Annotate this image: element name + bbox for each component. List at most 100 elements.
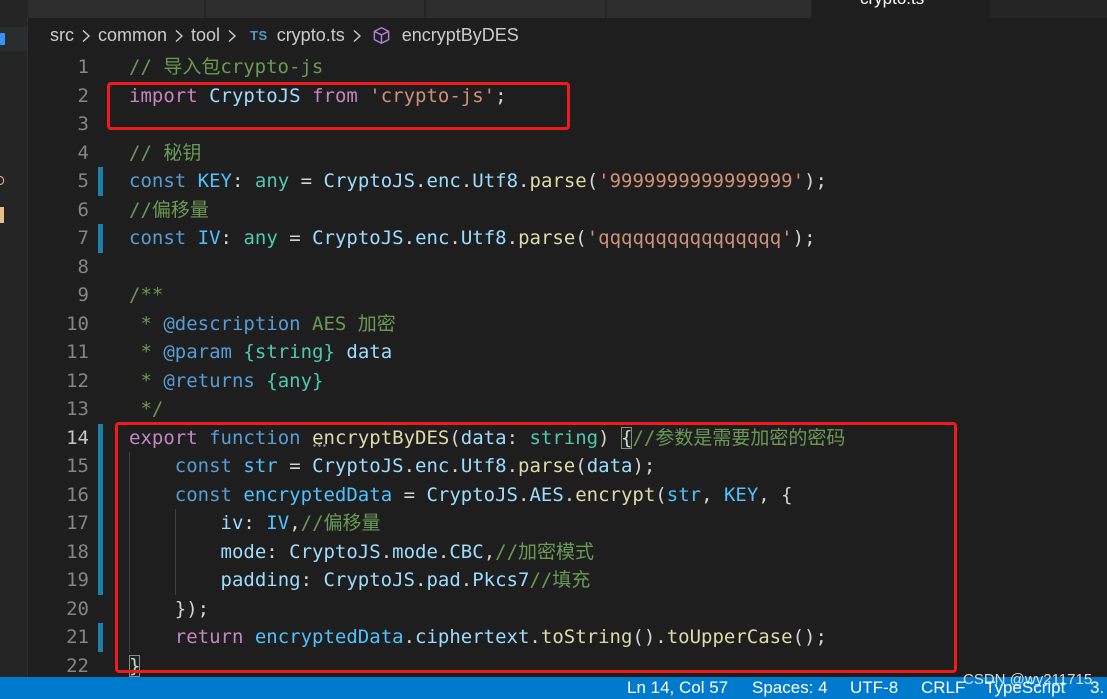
breadcrumb-folder-common[interactable]: common [98, 25, 167, 46]
breadcrumb: src common tool TS crypto.ts encryptByDE… [28, 18, 1107, 53]
code-token: ( [586, 170, 599, 192]
gutter [89, 224, 129, 253]
more-actions-icon[interactable] [1091, 0, 1107, 6]
editor-tab[interactable] [426, 0, 605, 18]
code-token: IV [197, 227, 221, 249]
line-number: 18 [66, 540, 89, 563]
red-annotation-box-encrypt-function [115, 422, 957, 673]
gutter [89, 395, 129, 424]
code-token: Utf8 [472, 170, 519, 192]
line-number: 1 [77, 56, 89, 78]
explorer-row-fragment[interactable] [0, 207, 4, 223]
code-token: '9999999999999999' [598, 170, 805, 192]
code-token: = [289, 170, 324, 192]
code-token: any [254, 170, 290, 192]
git-modified-marker[interactable] [98, 423, 103, 452]
editor-tab[interactable] [206, 0, 424, 18]
code-text[interactable]: // 秘钥 [129, 139, 1107, 168]
code-token: const [129, 170, 187, 192]
code-text[interactable]: */ [129, 395, 1107, 424]
code-text[interactable]: const KEY: any = CryptoJS.enc.Utf8.parse… [129, 167, 1107, 196]
code-token: CryptoJS [312, 227, 404, 249]
breadcrumb-symbol-label: encryptByDES [401, 25, 519, 45]
status-line-ending[interactable]: CRLF [921, 677, 965, 699]
code-token: /** [129, 284, 164, 306]
code-token: parse [518, 227, 576, 249]
status-bar: Ln 14, Col 57 Spaces: 4 UTF-8 CRLF TypeS… [0, 677, 1107, 699]
gutter [89, 367, 129, 396]
code-token: . [449, 227, 461, 249]
code-text[interactable]: const IV: any = CryptoJS.enc.Utf8.parse(… [129, 224, 1107, 253]
git-modified-marker[interactable] [98, 566, 103, 595]
line-number: 20 [66, 597, 89, 620]
line-number: 21 [66, 626, 89, 648]
git-modified-marker[interactable] [98, 509, 103, 538]
breadcrumb-file[interactable]: TS crypto.ts [244, 25, 345, 46]
code-token: 'qqqqqqqqqqqqqqqq' [586, 227, 793, 249]
code-token: //偏移量 [129, 198, 209, 221]
explorer-row-fragment[interactable] [0, 27, 27, 51]
code-line[interactable]: 9 /** [28, 281, 1107, 310]
code-line[interactable]: 8 [28, 253, 1107, 282]
status-encoding[interactable]: UTF-8 [850, 677, 898, 699]
code-line[interactable]: 5 const KEY: any = CryptoJS.enc.Utf8.pars… [28, 167, 1107, 196]
editor-tab-active[interactable]: crypto.ts [812, 0, 990, 18]
code-token: ); [792, 227, 816, 249]
watermark: CSDN @wy211715 [963, 671, 1093, 688]
breadcrumb-folder-src[interactable]: src [50, 25, 74, 46]
git-modified-marker[interactable] [98, 224, 103, 253]
gutter [89, 310, 129, 339]
code-token: : [220, 227, 244, 249]
code-line[interactable]: 13 */ [28, 395, 1107, 424]
chevron-right-icon [220, 29, 244, 43]
code-text[interactable]: // 导入包crypto-js [129, 53, 1107, 82]
code-text[interactable]: * @returns {any} [129, 367, 1107, 396]
code-line[interactable]: 1 // 导入包crypto-js [28, 53, 1107, 82]
line-number: 12 [66, 369, 89, 392]
code-text[interactable]: /** [129, 281, 1107, 310]
code-text[interactable]: * @param {string} data [129, 338, 1107, 367]
editor-tab[interactable] [28, 0, 204, 18]
git-modified-marker[interactable] [98, 537, 103, 566]
git-modified-marker[interactable] [98, 452, 103, 481]
chevron-right-icon [345, 29, 369, 43]
editor-tab[interactable] [607, 0, 811, 18]
code-token: // 导入包crypto-js [129, 56, 324, 78]
code-text[interactable] [129, 253, 1107, 282]
explorer-row-fragment[interactable] [0, 176, 4, 185]
code-token: . [460, 170, 473, 192]
line-number: 9 [77, 284, 89, 306]
tab-label: crypto.ts [860, 0, 924, 11]
chevron-right-icon [74, 29, 98, 43]
git-modified-marker[interactable] [98, 623, 103, 652]
status-indentation[interactable]: Spaces: 4 [752, 677, 828, 699]
status-cursor-position[interactable]: Ln 14, Col 57 [627, 677, 728, 699]
code-token: * [129, 341, 164, 363]
code-text[interactable]: //偏移量 [129, 196, 1107, 225]
code-line[interactable]: 4 // 秘钥 [28, 139, 1107, 168]
code-token: * [129, 369, 164, 392]
method-cube-icon [372, 26, 391, 45]
code-line[interactable]: 7 const IV: any = CryptoJS.enc.Utf8.parse… [28, 224, 1107, 253]
breadcrumb-folder-tool[interactable]: tool [191, 25, 220, 46]
code-token: */ [129, 398, 164, 420]
code-text[interactable]: * @description AES 加密 [129, 310, 1107, 339]
code-token: @returns [163, 369, 255, 392]
typescript-file-icon: TS [250, 28, 268, 43]
code-token: : [231, 170, 255, 192]
code-line[interactable]: 12 * @returns {any} [28, 367, 1107, 396]
code-line[interactable]: 6 //偏移量 [28, 196, 1107, 225]
breadcrumb-symbol[interactable]: encryptByDES [369, 25, 519, 46]
git-modified-marker[interactable] [98, 480, 103, 509]
code-line[interactable]: 11 * @param {string} data [28, 338, 1107, 367]
line-number: 7 [77, 227, 89, 249]
line-number: 6 [77, 198, 89, 221]
git-modified-marker[interactable] [98, 167, 103, 196]
line-number: 4 [77, 141, 89, 164]
code-line[interactable]: 10 * @description AES 加密 [28, 310, 1107, 339]
code-token: AES 加密 [300, 312, 396, 335]
